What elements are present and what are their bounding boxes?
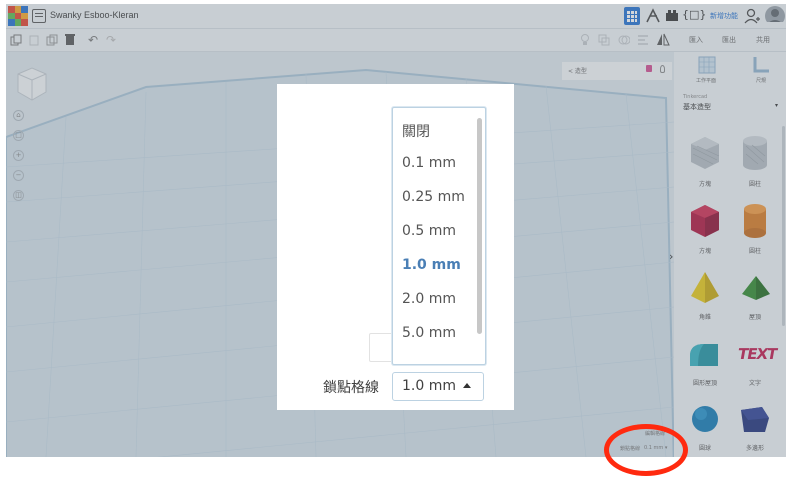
snap-grid-select[interactable]: 1.0 mm: [392, 372, 484, 401]
snap-option-5-0-mm[interactable]: 5.0 mm: [402, 325, 456, 341]
snap-option-0-25-mm[interactable]: 0.25 mm: [402, 189, 465, 205]
snap-option-0-5-mm[interactable]: 0.5 mm: [402, 223, 456, 239]
snap-grid-options-list[interactable]: 關閉 0.1 mm 0.25 mm 0.5 mm 1.0 mm 2.0 mm 5…: [392, 107, 486, 365]
snap-option-2-0-mm[interactable]: 2.0 mm: [402, 291, 456, 307]
caret-up-icon: [463, 383, 471, 388]
highlight-ellipse: [604, 424, 688, 476]
snap-option-0-1-mm[interactable]: 0.1 mm: [402, 155, 456, 171]
options-scrollbar[interactable]: [477, 118, 482, 334]
dialog-button-partial[interactable]: [369, 333, 393, 362]
snap-grid-label: 鎖點格線: [323, 380, 379, 396]
snap-grid-select-value: 1.0 mm: [402, 378, 456, 394]
snap-option-off[interactable]: 關閉: [402, 121, 430, 141]
snap-option-1-0-mm[interactable]: 1.0 mm: [402, 257, 461, 273]
